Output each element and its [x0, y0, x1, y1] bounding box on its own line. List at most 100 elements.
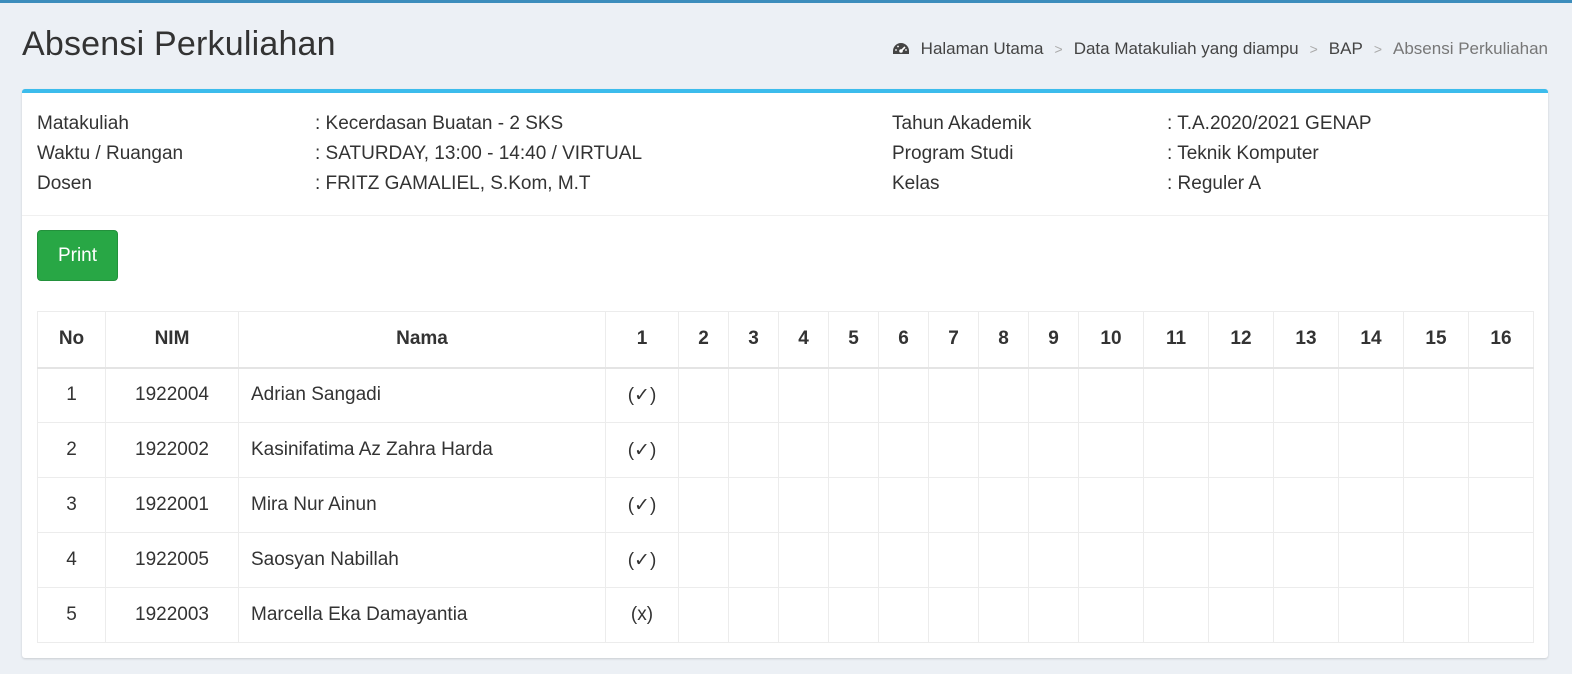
cell-nim: 1922004: [105, 367, 239, 423]
cell-meeting-8: [978, 367, 1029, 423]
column-header: 11: [1143, 311, 1209, 369]
column-header: 6: [878, 311, 929, 369]
info-label: Tahun Akademik: [892, 113, 1032, 134]
column-header: 14: [1338, 311, 1404, 369]
column-header: 7: [928, 311, 979, 369]
cell-meeting-7: [928, 587, 979, 643]
cell-nama: Saosyan Nabillah: [238, 532, 606, 588]
cell-meeting-15: [1403, 477, 1469, 533]
cell-meeting-8: [978, 587, 1029, 643]
cell-meeting-12: [1208, 477, 1274, 533]
cell-meeting-8: [978, 422, 1029, 478]
column-header: 15: [1403, 311, 1469, 369]
cell-meeting-16: [1468, 477, 1534, 533]
cell-meeting-5: [828, 422, 879, 478]
cell-meeting-11: [1143, 422, 1209, 478]
column-header: 13: [1273, 311, 1339, 369]
breadcrumb-courses[interactable]: Data Matakuliah yang diampu: [1074, 39, 1299, 59]
table-header-row: No NIM Nama 1 2 3 4 5 6 7 8 9 10 11 12 13 14 15 16: [37, 311, 1534, 369]
cell-meeting-3: [728, 477, 779, 533]
cell-meeting-5: [828, 477, 879, 533]
cell-meeting-9: [1028, 587, 1079, 643]
info-label: Dosen: [37, 173, 92, 194]
cell-meeting-3: [728, 367, 779, 423]
column-header: 8: [978, 311, 1029, 369]
table-row: 5 1922003 Marcella Eka Damayantia (x): [37, 587, 1534, 643]
cell-meeting-13: [1273, 532, 1339, 588]
cell-meeting-15: [1403, 367, 1469, 423]
cell-nama: Mira Nur Ainun: [238, 477, 606, 533]
cell-meeting-16: [1468, 532, 1534, 588]
cell-meeting-16: [1468, 587, 1534, 643]
table-row: 4 1922005 Saosyan Nabillah (✓): [37, 532, 1534, 588]
breadcrumb-home[interactable]: Halaman Utama: [921, 39, 1044, 59]
breadcrumb-current: Absensi Perkuliahan: [1393, 39, 1548, 58]
cell-meeting-16: [1468, 422, 1534, 478]
cell-meeting-10: [1078, 477, 1144, 533]
info-label: Waktu / Ruangan: [37, 143, 184, 164]
attendance-box: Matakuliah : Kecerdasan Buatan - 2 SKS W…: [22, 89, 1548, 658]
cell-meeting-12: [1208, 367, 1274, 423]
info-row-waktu: Waktu / Ruangan : SATURDAY, 13:00 - 14:4…: [37, 139, 877, 169]
info-value: : SATURDAY, 13:00 - 14:40 / VIRTUAL: [315, 143, 643, 164]
print-button[interactable]: Print: [37, 230, 118, 281]
column-header: 3: [728, 311, 779, 369]
column-header: 16: [1468, 311, 1534, 369]
cell-meeting-2: [678, 367, 729, 423]
cell-meeting-14: [1338, 532, 1404, 588]
cell-meeting-3: [728, 587, 779, 643]
info-row-matakuliah: Matakuliah : Kecerdasan Buatan - 2 SKS: [37, 109, 877, 139]
table-row: 2 1922002 Kasinifatima Az Zahra Harda (✓): [37, 422, 1534, 478]
info-value: : Teknik Komputer: [1167, 143, 1319, 164]
table-row: 1 1922004 Adrian Sangadi (✓): [37, 367, 1534, 423]
info-value: : FRITZ GAMALIEL, S.Kom, M.T: [315, 173, 591, 194]
cell-meeting-11: [1143, 587, 1209, 643]
cell-meeting-4: [778, 532, 829, 588]
cell-nim: 1922005: [105, 532, 239, 588]
cell-meeting-15: [1403, 422, 1469, 478]
cell-meeting-4: [778, 587, 829, 643]
course-info: Matakuliah : Kecerdasan Buatan - 2 SKS W…: [22, 93, 1548, 216]
cell-meeting-14: [1338, 477, 1404, 533]
cell-meeting-2: [678, 532, 729, 588]
cell-meeting-2: [678, 587, 729, 643]
dashboard-icon: [892, 43, 909, 54]
cell-meeting-10: [1078, 367, 1144, 423]
cell-meeting-11: [1143, 367, 1209, 423]
info-row-tahun: Tahun Akademik : T.A.2020/2021 GENAP: [892, 109, 1532, 139]
column-header: 1: [605, 311, 679, 369]
cell-no: 1: [37, 367, 106, 423]
cell-meeting-9: [1028, 367, 1079, 423]
cell-nama: Kasinifatima Az Zahra Harda: [238, 422, 606, 478]
cell-no: 3: [37, 477, 106, 533]
cell-meeting-3: [728, 422, 779, 478]
cell-meeting-11: [1143, 532, 1209, 588]
cell-meeting-7: [928, 532, 979, 588]
cell-meeting-4: [778, 477, 829, 533]
column-header: Nama: [238, 311, 606, 369]
column-header: 9: [1028, 311, 1079, 369]
cell-meeting-8: [978, 532, 1029, 588]
cell-meeting-6: [878, 422, 929, 478]
cell-meeting-1: (✓): [605, 367, 679, 423]
cell-meeting-9: [1028, 532, 1079, 588]
breadcrumb-separator: >: [1309, 41, 1318, 57]
cell-meeting-7: [928, 422, 979, 478]
cell-meeting-14: [1338, 587, 1404, 643]
cell-meeting-10: [1078, 587, 1144, 643]
cell-meeting-1: (x): [605, 587, 679, 643]
cell-nim: 1922001: [105, 477, 239, 533]
cell-meeting-1: (✓): [605, 532, 679, 588]
breadcrumb-bap[interactable]: BAP: [1329, 39, 1363, 59]
cell-no: 5: [37, 587, 106, 643]
column-header: 12: [1208, 311, 1274, 369]
cell-meeting-9: [1028, 477, 1079, 533]
cell-meeting-8: [978, 477, 1029, 533]
cell-nama: Adrian Sangadi: [238, 367, 606, 423]
breadcrumb: Halaman Utama > Data Matakuliah yang dia…: [891, 39, 1548, 59]
page-title: Absensi Perkuliahan: [22, 25, 336, 63]
cell-meeting-15: [1403, 587, 1469, 643]
cell-meeting-9: [1028, 422, 1079, 478]
cell-meeting-13: [1273, 587, 1339, 643]
info-label: Matakuliah: [37, 113, 129, 134]
